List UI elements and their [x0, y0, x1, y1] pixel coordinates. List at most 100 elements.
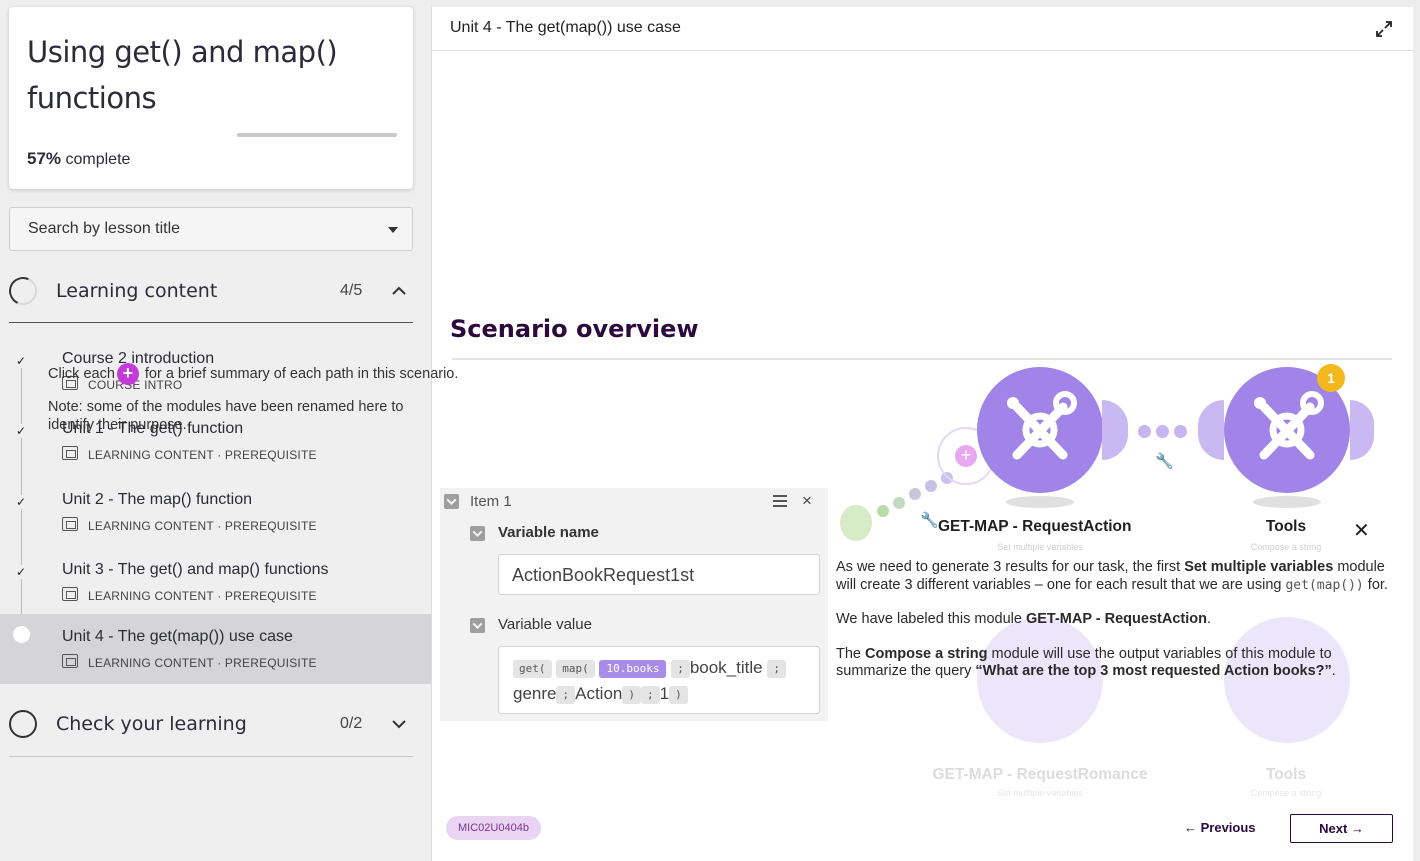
variable-name-input[interactable]: ActionBookRequest1st — [498, 554, 820, 595]
desc-text: . — [1206, 611, 1211, 627]
section-learning-content[interactable]: Learning content 4/5 — [5, 267, 413, 317]
section-divider — [9, 322, 413, 323]
progress-bar-fill — [237, 133, 329, 137]
slides-icon — [62, 587, 78, 601]
formula-tokens: get( map( 10.books ; book_title ;genre; Ac… — [513, 655, 813, 707]
lesson-meta: LEARNING CONTENT · PREREQUISITE — [88, 519, 317, 533]
lesson-code-badge: MIC02U0404b — [446, 816, 541, 840]
menu-icon[interactable] — [773, 495, 787, 507]
slides-icon — [62, 654, 78, 668]
module-label: GET-MAP - RequestAction — [938, 518, 1132, 535]
token-get[interactable]: get( — [513, 659, 552, 678]
token-separator[interactable]: ; — [556, 685, 576, 704]
section-label: Learning content — [56, 280, 218, 302]
lesson-meta: LEARNING CONTENT · PREREQUISITE — [88, 589, 317, 603]
content-title: Unit 4 - The get(map()) use case — [450, 19, 681, 36]
desc-text: for. — [1367, 576, 1388, 593]
token-separator[interactable]: ; — [767, 659, 786, 678]
lesson-meta: LEARNING CONTENT · PREREQUISITE — [88, 448, 317, 462]
path-dot — [909, 488, 921, 500]
check-icon: ✓ — [14, 565, 28, 579]
token-close[interactable]: ) — [669, 685, 688, 704]
module-request-action[interactable] — [977, 367, 1103, 493]
lesson-meta: LEARNING CONTENT · PREREQUISITE — [88, 656, 317, 670]
lesson-name: Unit 3 - The get() and map() functions — [62, 561, 329, 578]
lesson-name: Unit 4 - The get(map()) use case — [62, 628, 293, 645]
item-title: Item 1 — [470, 493, 512, 510]
desc-text: . — [1331, 663, 1336, 679]
course-title: Using get() and map() functions — [27, 35, 338, 115]
intro-before: Click each — [48, 365, 115, 382]
note-text: Note: some of the modules have been rena… — [48, 398, 448, 434]
path-dot — [877, 505, 889, 517]
variable-name-value: ActionBookRequest1st — [512, 565, 695, 585]
next-button[interactable]: Next → — [1290, 814, 1393, 843]
progress-bar — [237, 133, 397, 137]
desc-bold: Compose a string — [865, 645, 988, 662]
caret-down-icon — [388, 227, 398, 233]
lesson-search-select[interactable]: Search by lesson title — [9, 207, 413, 251]
desc-text: As we need to generate 3 results for our… — [836, 559, 1181, 575]
check-icon: ✓ — [14, 424, 28, 438]
progress-suffix: complete — [65, 151, 131, 168]
token-map[interactable]: map( — [556, 659, 595, 678]
scenario-title: Scenario overview — [450, 315, 699, 343]
token-separator[interactable]: ; — [640, 685, 660, 704]
section-label: Check your learning — [56, 713, 247, 735]
item-panel: Item 1 × Variable name ActionBookRequest… — [440, 488, 828, 721]
desc-bold: “What are the top 3 most requested Actio… — [975, 663, 1332, 679]
lesson-name: Unit 2 - The map() function — [62, 491, 253, 508]
token-genre: genre — [513, 684, 557, 703]
wrench-icon: 🔧 — [1155, 453, 1174, 470]
lesson-item-active[interactable]: Unit 4 - The get(map()) use case LEARNIN… — [0, 614, 431, 684]
desc-text: We have labeled this module — [836, 611, 1022, 627]
progress-text: 57% complete — [27, 149, 130, 169]
module-pedestal — [1006, 496, 1074, 508]
course-card: Using get() and map() functions 57% comp… — [9, 7, 413, 189]
module-pedestal — [1253, 496, 1321, 508]
collapse-checkbox-icon[interactable] — [444, 494, 459, 509]
token-one: 1 — [659, 684, 670, 703]
lesson-item[interactable]: ✓ Unit 2 - The map() function LEARNING C… — [0, 481, 431, 551]
token-close[interactable]: ) — [622, 685, 641, 704]
slides-icon — [62, 446, 78, 460]
path-dot — [893, 497, 905, 509]
path-dot — [925, 480, 937, 492]
variable-value-input[interactable]: get( map( 10.books ; book_title ;genre; Ac… — [498, 646, 820, 714]
collapse-checkbox-icon[interactable] — [470, 526, 485, 541]
chevron-up-icon[interactable] — [392, 283, 406, 299]
section-check-your-learning[interactable]: Check your learning 0/2 — [9, 700, 413, 750]
module-label: Tools — [1265, 766, 1307, 783]
chevron-down-icon[interactable] — [392, 716, 406, 732]
previous-button[interactable]: ← Previous — [1184, 820, 1256, 835]
module-label: GET-MAP - RequestRomance — [932, 766, 1148, 783]
check-icon: ✓ — [14, 354, 28, 368]
module-badge: 1 — [1317, 364, 1345, 392]
section-progress-ring-icon — [9, 710, 37, 738]
close-popup-icon[interactable]: ✕ — [1353, 518, 1370, 543]
module-description: As we need to generate 3 results for our… — [836, 559, 1396, 698]
module-sublabel: Set multiple variables — [997, 788, 1083, 798]
token-books[interactable]: 10.books — [599, 659, 667, 678]
intro-after: for a brief summary of each path in this… — [144, 365, 459, 382]
check-icon: ✓ — [14, 495, 28, 509]
collapse-checkbox-icon[interactable] — [470, 618, 485, 633]
path-dot — [840, 505, 872, 541]
token-separator[interactable]: ; — [671, 659, 690, 678]
wrench-icon: 🔧 — [920, 512, 939, 529]
connector-dot — [1138, 425, 1151, 438]
content-header: Unit 4 - The get(map()) use case — [432, 7, 1414, 51]
expand-icon[interactable] — [1374, 19, 1394, 39]
search-placeholder: Search by lesson title — [28, 220, 181, 237]
tools-icon — [1007, 391, 1077, 460]
intro-text: Click each + for a brief summary of each p… — [48, 363, 458, 385]
add-path-plus-icon[interactable]: + — [955, 445, 977, 467]
lesson-item[interactable]: ✓ Unit 3 - The get() and map() functions… — [0, 551, 431, 621]
module-sublabel: Compose a string — [1250, 542, 1322, 552]
token-book-title: book_title — [689, 658, 763, 677]
connector-dot — [1156, 425, 1169, 438]
close-icon[interactable]: × — [802, 491, 812, 511]
section-count: 4/5 — [340, 282, 363, 299]
progress-value: 57% — [27, 149, 62, 168]
token-action: Action — [575, 684, 623, 703]
